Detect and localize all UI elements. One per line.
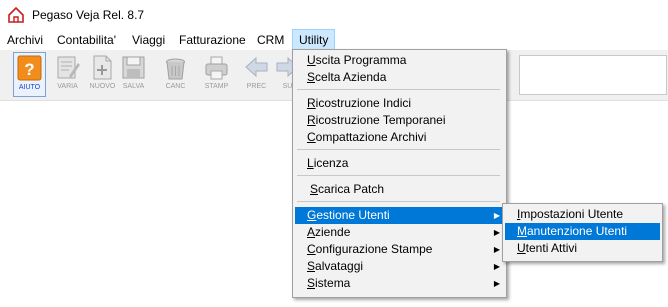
menu-contabilita[interactable]: Contabilita' (51, 30, 122, 50)
menu-item-label: Ricostruzione Indici (307, 96, 412, 110)
menu-item-gestione-utenti[interactable]: Gestione Utenti ▶ (295, 207, 506, 224)
toolbar-button-nuovo[interactable]: NUOVO (87, 52, 118, 95)
menu-item-ricostruzione-temporanei[interactable]: Ricostruzione Temporanei (295, 112, 506, 129)
menu-item-label: Impostazioni Utente (517, 207, 624, 221)
delete-icon (166, 58, 185, 80)
menu-item-label: Scelta Azienda (307, 70, 387, 84)
menu-item-label: Compattazione Archivi (307, 130, 427, 144)
menu-item-scarica-patch[interactable]: Scarica Patch (295, 181, 509, 198)
menu-item-compattazione-archivi[interactable]: Compattazione Archivi (295, 129, 506, 146)
menu-utility[interactable]: Utility (292, 29, 336, 51)
menu-item-label: Salvataggi (307, 259, 364, 273)
menu-item-licenza[interactable]: Licenza (295, 155, 506, 172)
save-icon (122, 56, 145, 79)
menu-archivi[interactable]: Archivi (1, 30, 49, 50)
menu-item-manutenzione-utenti[interactable]: Manutenzione Utenti (505, 223, 660, 240)
toolbar-button-varia[interactable]: VARIA (52, 52, 83, 95)
menu-item-label: Ricostruzione Temporanei (307, 113, 446, 127)
menu-separator (297, 149, 500, 150)
toolbar-button-prec[interactable]: PREC (241, 52, 272, 95)
arrow-left-icon (245, 56, 268, 78)
menu-item-impostazioni-utente[interactable]: Impostazioni Utente (505, 206, 660, 223)
window-title: Pegaso Veja Rel. 8.7 (32, 8, 145, 22)
menu-item-label: Scarica Patch (310, 182, 385, 196)
menu-item-sistema[interactable]: Sistema ▶ (295, 275, 506, 292)
edit-icon (57, 56, 80, 79)
toolbar-label: SALVA (122, 83, 145, 90)
toolbar-button-su[interactable]: SU (272, 52, 294, 95)
submenu-arrow-icon: ▶ (493, 228, 500, 237)
menu-fatturazione[interactable]: Fatturazione (173, 30, 252, 50)
menu-item-label: Manutenzione Utenti (517, 224, 628, 238)
menu-separator (297, 201, 500, 202)
menu-item-label: Utenti Attivi (517, 241, 578, 255)
menu-item-salvataggi[interactable]: Salvataggi ▶ (295, 258, 506, 275)
menu-bar: Archivi Contabilita' Viaggi Fatturazione… (0, 29, 668, 51)
toolbar-label: SU (282, 83, 293, 90)
print-icon (205, 56, 228, 80)
menu-item-uscita-programma[interactable]: Uscita Programma (295, 52, 506, 69)
toolbar-label: VARIA (57, 83, 78, 90)
menu-item-label: Gestione Utenti (307, 208, 390, 222)
app-house-icon (8, 6, 24, 23)
menu-item-ricostruzione-indici[interactable]: Ricostruzione Indici (295, 95, 506, 112)
submenu-arrow-icon: ▶ (493, 279, 500, 288)
menu-separator (297, 175, 500, 176)
toolbar-label: NUOVO (89, 83, 116, 90)
menu-item-aziende[interactable]: Aziende ▶ (295, 224, 506, 241)
toolbar-label: AIUTO (18, 84, 41, 91)
menu-viaggi[interactable]: Viaggi (126, 30, 171, 50)
gestione-utenti-submenu: Impostazioni Utente Manutenzione Utenti … (502, 203, 663, 262)
menu-item-label: Aziende (307, 225, 351, 239)
toolbar-button-aiuto[interactable]: ? AIUTO (13, 52, 46, 97)
submenu-arrow-icon: ▶ (493, 211, 500, 220)
toolbar-label: PREC (246, 83, 267, 90)
menu-item-label: Sistema (307, 276, 351, 290)
menu-item-label: Configurazione Stampe (307, 242, 433, 256)
title-bar: Pegaso Veja Rel. 8.7 (0, 0, 668, 30)
toolbar-label: CANC (165, 83, 186, 90)
svg-text:?: ? (24, 60, 34, 79)
toolbar-button-stamp[interactable]: STAMP (201, 52, 232, 95)
new-document-icon (93, 55, 112, 80)
toolbar-button-canc[interactable]: CANC (160, 52, 191, 95)
menu-item-label: Licenza (307, 156, 349, 170)
menu-item-utenti-attivi[interactable]: Utenti Attivi (505, 240, 660, 257)
utility-dropdown-menu: Uscita Programma Scelta Azienda Ricostru… (292, 49, 507, 298)
menu-item-scelta-azienda[interactable]: Scelta Azienda (295, 69, 506, 86)
menu-separator (297, 89, 500, 90)
toolbar-text-field[interactable] (519, 55, 667, 95)
menu-item-configurazione-stampe[interactable]: Configurazione Stampe ▶ (295, 241, 506, 258)
submenu-arrow-icon: ▶ (493, 245, 500, 254)
toolbar-button-salva[interactable]: SALVA (118, 52, 149, 95)
menu-item-label: Uscita Programma (307, 53, 407, 67)
menu-crm[interactable]: CRM (251, 30, 290, 50)
submenu-arrow-icon: ▶ (493, 262, 500, 271)
help-icon: ? (17, 55, 42, 81)
toolbar-label: STAMP (204, 83, 229, 90)
